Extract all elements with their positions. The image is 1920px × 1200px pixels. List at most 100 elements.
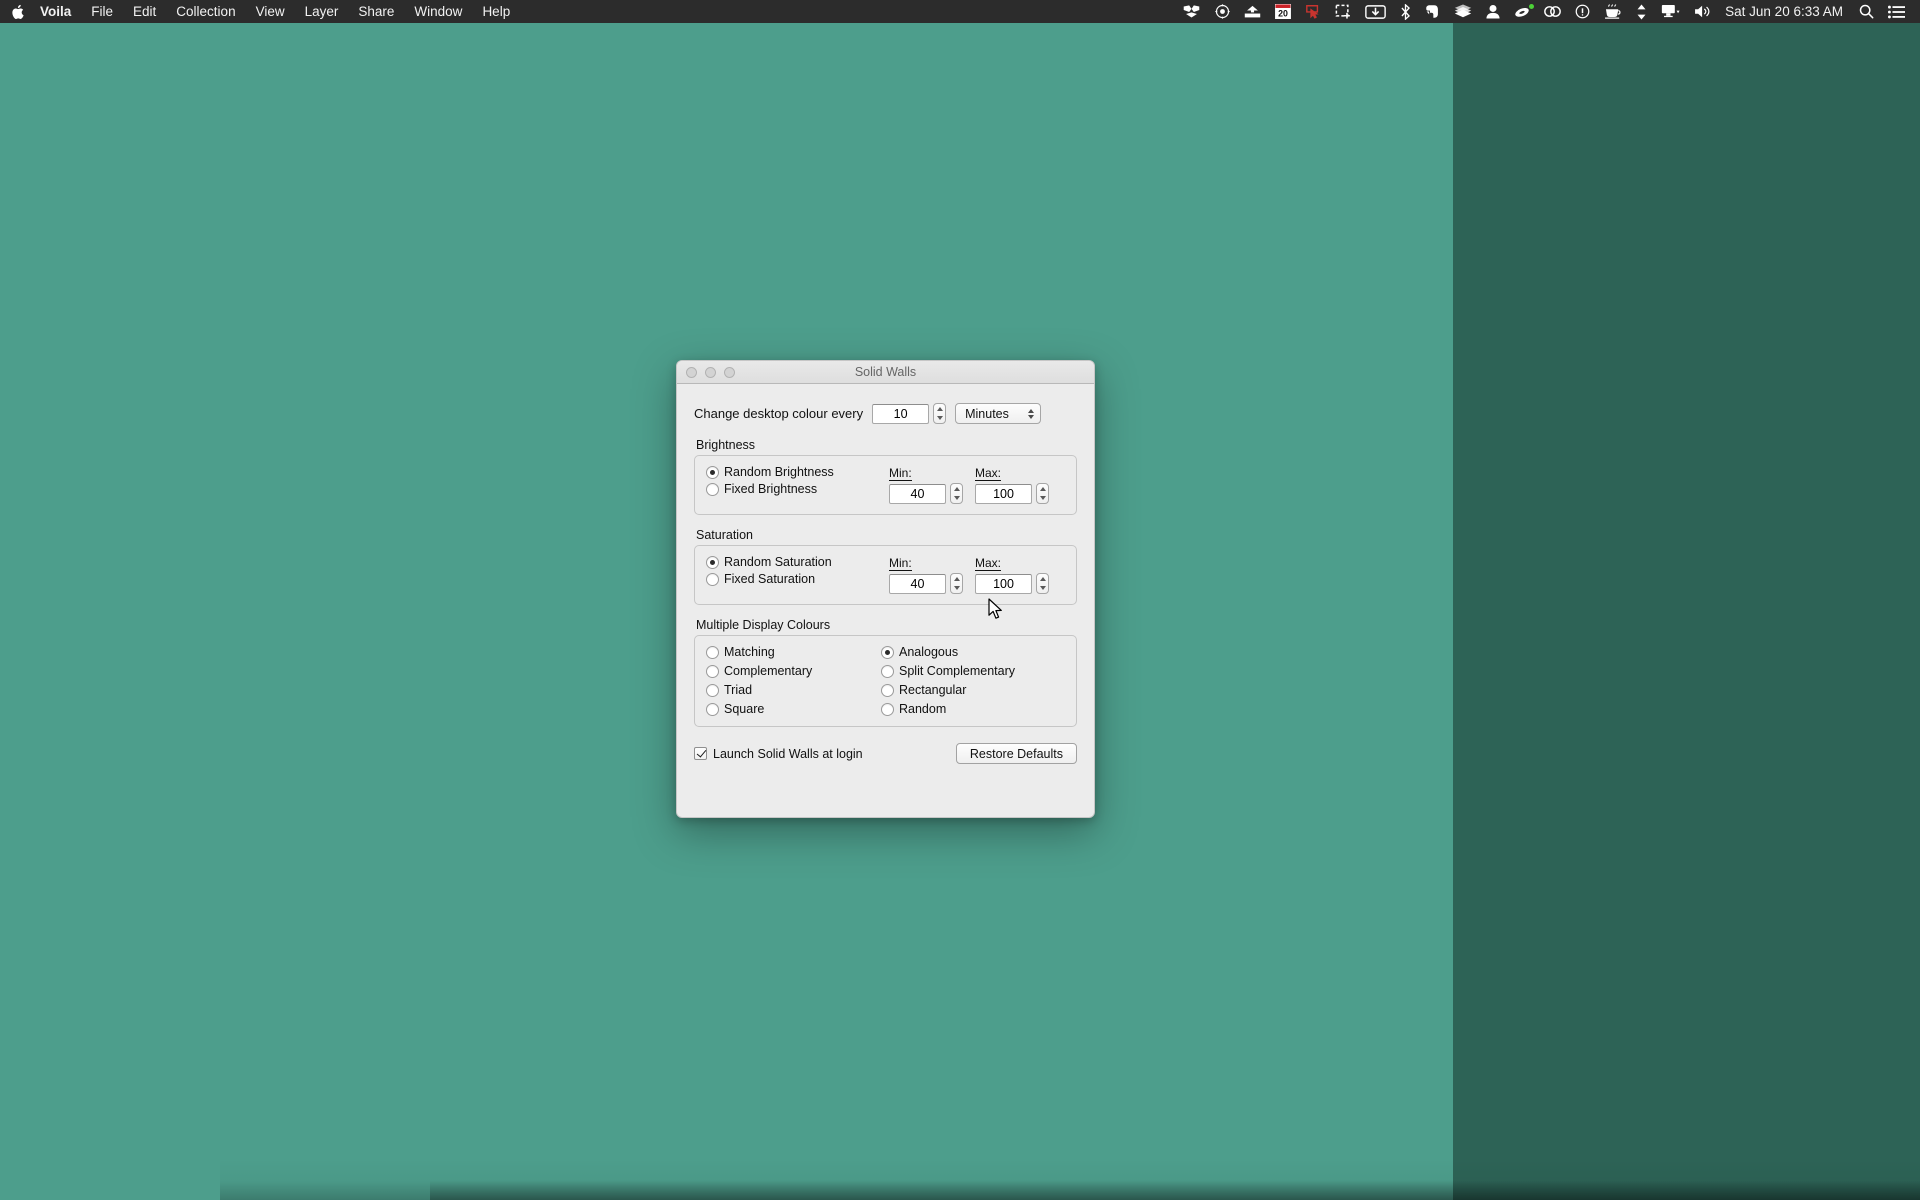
saturation-max-stepper[interactable] (1036, 573, 1049, 594)
volume-icon[interactable] (1687, 0, 1719, 23)
brightness-max-label: Max: (975, 466, 1002, 481)
radio-dot-icon (706, 645, 719, 659)
creative-cloud-icon[interactable] (1537, 0, 1568, 23)
stepper-up-arrow-icon[interactable] (1039, 576, 1046, 581)
saturation-min-stepper[interactable] (950, 573, 963, 594)
download-box-icon[interactable] (1358, 0, 1393, 23)
radio-matching[interactable]: Matching (706, 645, 881, 659)
menu-item-file[interactable]: File (81, 0, 123, 23)
brightness-min-input[interactable]: 40 (889, 483, 946, 504)
evernote-icon[interactable] (1418, 0, 1447, 23)
change-interval-label: Change desktop colour every (694, 406, 864, 421)
brightness-group-title: Brightness (696, 438, 756, 452)
bluetooth-icon[interactable] (1393, 0, 1418, 23)
radio-dot-icon (881, 683, 894, 697)
close-button[interactable] (686, 366, 697, 378)
brightness-max-input[interactable]: 100 (975, 483, 1032, 504)
brightness-minmax: Min: 40 Max: 100 (889, 465, 1049, 504)
stepper-down-arrow-icon[interactable] (953, 496, 960, 501)
brightness-min-stepper[interactable] (950, 483, 963, 504)
radio-fixed-saturation[interactable]: Fixed Saturation (706, 572, 889, 586)
screenshot-selection-icon[interactable] (1328, 0, 1358, 23)
radio-fixed-brightness[interactable]: Fixed Brightness (706, 482, 889, 496)
window-content: Change desktop colour every 10 Minutes B… (677, 384, 1094, 764)
saturation-min-input[interactable]: 40 (889, 573, 946, 594)
menu-bar: Voila File Edit Collection View Layer Sh… (0, 0, 1920, 23)
radio-random-label: Random (899, 702, 947, 716)
radio-dot-icon (706, 555, 719, 569)
menubar-clock[interactable]: Sat Jun 20 6:33 AM (1719, 0, 1852, 23)
search-icon[interactable] (1852, 0, 1881, 23)
radio-split-complementary[interactable]: Split Complementary (881, 664, 1065, 678)
status-green-dot (1529, 4, 1535, 9)
updown-arrows-icon[interactable] (1629, 0, 1654, 23)
window-titlebar[interactable]: Solid Walls (677, 361, 1094, 384)
radio-complementary-label: Complementary (724, 664, 813, 678)
menu-item-layer[interactable]: Layer (295, 0, 349, 23)
stepper-up-arrow-icon[interactable] (1039, 486, 1046, 491)
dropbox-icon[interactable] (1175, 0, 1208, 23)
menu-item-window[interactable]: Window (404, 0, 472, 23)
user-silhouette-icon[interactable] (1479, 0, 1507, 23)
brightness-max-stepper[interactable] (1036, 483, 1049, 504)
radio-rectangular[interactable]: Rectangular (881, 683, 1065, 697)
restore-defaults-button[interactable]: Restore Defaults (955, 743, 1077, 764)
radio-random[interactable]: Random (881, 702, 1065, 716)
menu-item-help[interactable]: Help (472, 0, 520, 23)
help-circle-icon[interactable] (1568, 0, 1597, 23)
books-stack-icon[interactable] (1447, 0, 1479, 23)
stepper-up-arrow-icon[interactable] (953, 486, 960, 491)
gear-target-icon[interactable] (1208, 0, 1237, 23)
stepper-down-arrow-icon[interactable] (1039, 496, 1046, 501)
menu-item-voila[interactable]: Voila (30, 0, 81, 23)
multiple-display-colours-group: Multiple Display Colours Matching Analog… (694, 618, 1077, 727)
interval-unit-value: Minutes (965, 406, 1009, 421)
radio-triad[interactable]: Triad (706, 683, 881, 697)
caffeine-cup-icon[interactable] (1597, 0, 1629, 23)
radio-random-brightness-label: Random Brightness (724, 465, 834, 479)
minimize-button[interactable] (705, 366, 716, 378)
saturation-group-title: Saturation (696, 528, 753, 542)
airmail-icon[interactable] (1237, 0, 1268, 23)
launch-at-login-checkbox[interactable] (694, 747, 707, 760)
change-interval-stepper[interactable] (933, 403, 947, 424)
radio-complementary[interactable]: Complementary (706, 664, 881, 678)
menu-item-view[interactable]: View (246, 0, 295, 23)
calendar-20-icon[interactable]: 20 (1268, 0, 1298, 23)
zoom-button[interactable] (724, 366, 735, 378)
radio-dot-icon (706, 702, 719, 716)
stepper-up-arrow-icon[interactable] (953, 576, 960, 581)
solid-walls-window[interactable]: Solid Walls Change desktop colour every … (676, 360, 1095, 818)
radio-random-brightness[interactable]: Random Brightness (706, 465, 889, 479)
radio-split-complementary-label: Split Complementary (899, 664, 1016, 678)
radio-random-saturation[interactable]: Random Saturation (706, 555, 889, 569)
radio-square[interactable]: Square (706, 702, 881, 716)
stepper-down-arrow-icon[interactable] (1039, 586, 1046, 591)
notification-center-icon[interactable] (1881, 0, 1912, 23)
chevron-updown-icon (1028, 408, 1035, 419)
stepper-down-arrow-icon[interactable] (953, 586, 960, 591)
saturation-max-label: Max: (975, 556, 1002, 571)
menu-item-edit[interactable]: Edit (123, 0, 166, 23)
radio-dot-icon (881, 702, 894, 716)
interval-unit-select[interactable]: Minutes (955, 403, 1042, 424)
cloud-sync-icon[interactable] (1507, 0, 1537, 23)
menu-item-collection[interactable]: Collection (166, 0, 245, 23)
desktop-secondary-display (1453, 0, 1920, 1200)
menu-item-share[interactable]: Share (348, 0, 404, 23)
change-interval-input[interactable]: 10 (872, 403, 930, 424)
radio-dot-icon (706, 683, 719, 697)
launch-at-login-row[interactable]: Launch Solid Walls at login (694, 747, 863, 761)
stepper-down-arrow-icon[interactable] (936, 416, 943, 421)
stepper-up-arrow-icon[interactable] (936, 406, 943, 411)
radio-dot-icon (706, 572, 719, 586)
saturation-min-label: Min: (889, 556, 912, 571)
apple-logo-icon[interactable] (0, 0, 30, 23)
radio-analogous[interactable]: Analogous (881, 645, 1065, 659)
saturation-max-input[interactable]: 100 (975, 573, 1032, 594)
display-icon[interactable] (1654, 0, 1687, 23)
radio-dot-icon (706, 465, 719, 479)
radio-dot-icon (881, 664, 894, 678)
snagit-icon[interactable] (1298, 0, 1328, 23)
radio-random-saturation-label: Random Saturation (724, 555, 832, 569)
